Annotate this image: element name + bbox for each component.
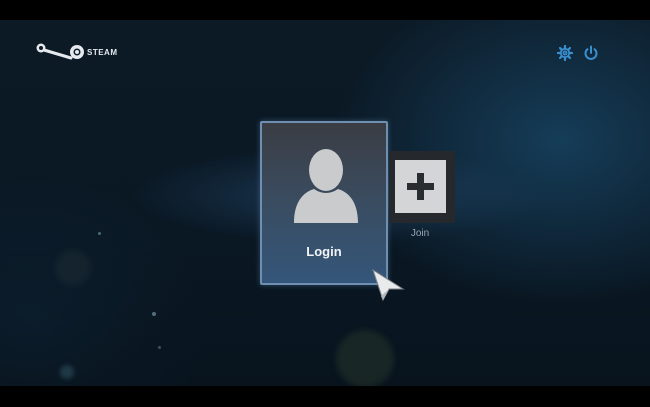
bokeh-light <box>336 330 394 386</box>
join-label: Join <box>410 228 430 239</box>
gear-icon[interactable] <box>557 45 573 61</box>
bokeh-light <box>98 232 101 235</box>
power-icon[interactable] <box>583 45 599 61</box>
bokeh-light <box>152 312 156 316</box>
login-tile[interactable]: Login <box>260 121 388 285</box>
bokeh-light <box>55 250 91 286</box>
join-tile[interactable] <box>389 151 455 223</box>
bokeh-light <box>60 365 74 379</box>
top-right-controls <box>557 45 599 61</box>
login-label: Login <box>306 244 342 259</box>
user-silhouette-icon <box>294 149 358 223</box>
join-button-face <box>395 160 446 213</box>
steam-logo: STEAM <box>35 42 118 62</box>
steam-wordmark: STEAM <box>87 47 118 57</box>
bokeh-light <box>158 346 161 349</box>
plus-icon <box>407 173 434 200</box>
steam-logo-icon <box>36 43 84 60</box>
mouse-cursor-icon <box>372 268 405 302</box>
